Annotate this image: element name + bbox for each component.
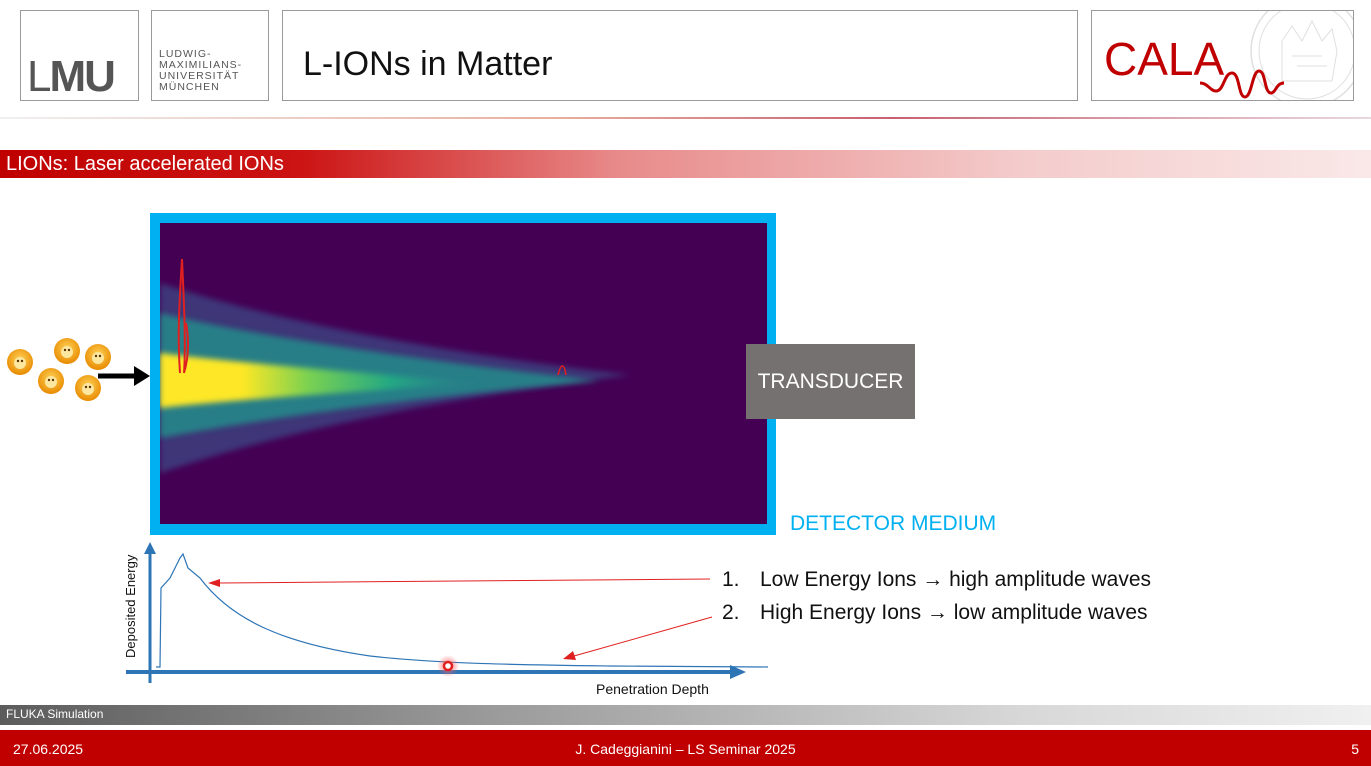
footer: 27.06.2025 J. Cadeggianini – LS Seminar … (0, 730, 1371, 766)
page-number: 5 (1351, 741, 1359, 757)
list-text: Low Energy Ions → high amplitude waves (760, 568, 1152, 591)
transducer-block: TRANSDUCER (746, 344, 915, 419)
cala-logo: CALA (1091, 10, 1354, 101)
section-title: LIONs: Laser accelerated IONs (6, 153, 284, 175)
lion-icon (7, 349, 33, 375)
lion-icon (38, 368, 64, 394)
cala-logo-graphic: CALA (1104, 11, 1353, 100)
section-bar: LIONs: Laser accelerated IONs (0, 150, 1371, 178)
header-rule (0, 117, 1371, 119)
list-text: High Energy Ions → low amplitude waves (760, 601, 1148, 624)
y-axis-label: Deposited Energy (123, 554, 138, 658)
detector-medium-label: DETECTOR MEDIUM (790, 512, 997, 535)
lmu-logo: LMU (20, 10, 139, 101)
x-axis-label: Penetration Depth (596, 681, 709, 697)
incoming-arrow-icon (98, 366, 150, 386)
list-number: 2. (722, 601, 740, 624)
list-number: 1. (722, 568, 740, 591)
bragg-curve (156, 552, 769, 668)
list-item: 2. High Energy Ions → low amplitude waves (722, 601, 1151, 634)
university-line: MÜNCHEN (159, 81, 220, 93)
university-name: LUDWIG- MAXIMILIANS- UNIVERSITÄT MÜNCHEN (151, 10, 269, 101)
caption-text: FLUKA Simulation (6, 707, 104, 721)
position-marker (442, 660, 454, 672)
lion-icon (54, 338, 80, 364)
lmu-logo-text: LMU (27, 52, 116, 101)
title-box: L-IONs in Matter (282, 10, 1078, 101)
cala-text: CALA (1104, 33, 1224, 85)
dose-heatmap-graphic (160, 258, 630, 473)
dose-heatmap (160, 223, 767, 524)
bragg-curve-plot: Deposited Energy Penetration Depth (123, 542, 769, 697)
points-list: 1. Low Energy Ions → high amplitude waves… (722, 568, 1151, 634)
caption-bar: FLUKA Simulation (0, 705, 1371, 725)
slide-title: L-IONs in Matter (303, 45, 553, 83)
y-axis-arrow-icon (144, 542, 156, 554)
list-item: 1. Low Energy Ions → high amplitude waves (722, 568, 1151, 601)
footer-presenter: J. Cadeggianini – LS Seminar 2025 (575, 741, 796, 757)
